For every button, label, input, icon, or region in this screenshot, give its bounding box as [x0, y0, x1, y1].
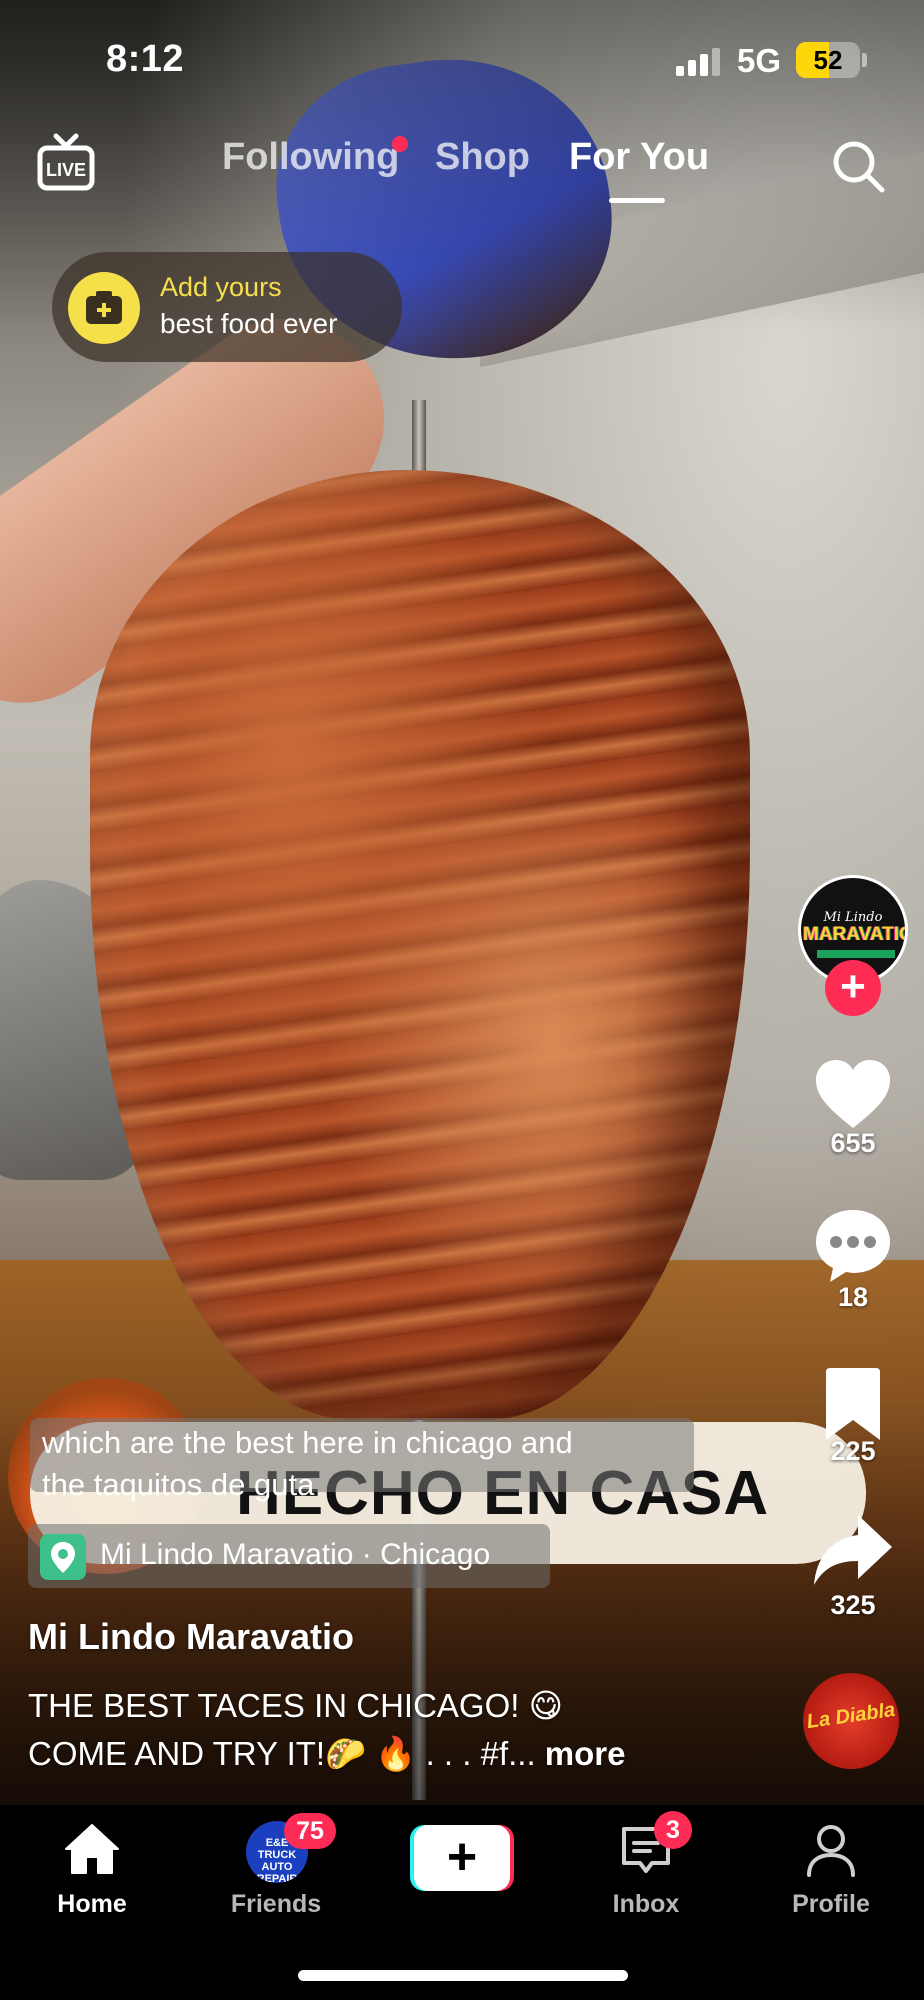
- avatar-brand-text: MARAVATIO: [803, 924, 908, 945]
- description-line: THE BEST TACES IN CHICAGO! 😋: [28, 1687, 563, 1724]
- battery-level: 52: [813, 45, 843, 75]
- friends-badge: 75: [284, 1813, 336, 1849]
- location-label: Mi Lindo Maravatio · Chicago: [100, 1538, 491, 1571]
- following-notification-dot: [392, 136, 408, 152]
- description-line-text: COME AND TRY IT!🌮 🔥 . . . #f...: [28, 1735, 536, 1772]
- save-count: 225: [830, 1436, 876, 1466]
- caption-line: which are the best here in chicago and: [42, 1425, 573, 1460]
- nav-home-label: Home: [57, 1890, 127, 1918]
- share-count: 325: [830, 1590, 876, 1620]
- feed-tabs: Following Shop For You: [0, 136, 924, 206]
- add-yours-sticker[interactable]: Add yours best food ever: [52, 252, 402, 362]
- comment-count: 18: [837, 1282, 869, 1312]
- battery-icon: 52: [796, 42, 860, 78]
- create-button[interactable]: +: [410, 1825, 514, 1891]
- network-type: 5G: [737, 42, 782, 79]
- heart-icon[interactable]: [808, 1050, 898, 1140]
- status-time: 8:12: [106, 38, 185, 80]
- home-indicator: [298, 1970, 628, 1981]
- search-icon[interactable]: [828, 136, 888, 196]
- comment-icon[interactable]: [808, 1200, 898, 1290]
- location-chip[interactable]: Mi Lindo Maravatio · Chicago: [28, 1524, 550, 1588]
- nav-inbox-label: Inbox: [612, 1890, 680, 1918]
- battery-cap: [862, 53, 867, 67]
- caption-line: the taquitos de guta: [42, 1467, 315, 1502]
- like-count: 655: [830, 1128, 876, 1158]
- tab-shop[interactable]: Shop: [435, 136, 530, 179]
- sound-disc[interactable]: La Diabla: [803, 1673, 899, 1769]
- plus-icon: +: [414, 1825, 510, 1891]
- active-tab-indicator: [609, 198, 665, 203]
- tab-following[interactable]: Following: [222, 136, 399, 179]
- nav-profile-label: Profile: [792, 1890, 870, 1918]
- avatar-script-text: Mi Lindo: [823, 910, 883, 925]
- add-yours-title: Add yours: [160, 272, 282, 302]
- cellular-signal-icon: [676, 46, 720, 76]
- location-pin-icon: [40, 1534, 86, 1580]
- sound-disc-label: La Diabla: [805, 1698, 897, 1734]
- description-line: COME AND TRY IT!🌮 🔥 . . . #f... more: [28, 1730, 788, 1778]
- share-arrow-icon[interactable]: [808, 1505, 898, 1595]
- nav-friends-label: Friends: [230, 1890, 322, 1918]
- tab-for-you[interactable]: For You: [569, 136, 709, 179]
- author-name[interactable]: Mi Lindo Maravatio: [28, 1616, 354, 1658]
- video-caption-sticker: which are the best here in chicago and t…: [30, 1418, 694, 1502]
- avatar-strip: [817, 950, 895, 958]
- profile-icon: [801, 1819, 861, 1879]
- inbox-badge: 3: [654, 1811, 692, 1849]
- status-bar: 8:12 5G 52: [0, 0, 924, 120]
- al-pastor-trompo: [90, 470, 750, 1420]
- follow-button[interactable]: +: [825, 960, 881, 1016]
- add-yours-prompt: best food ever: [160, 308, 338, 339]
- more-link[interactable]: more: [545, 1735, 626, 1772]
- post-description[interactable]: THE BEST TACES IN CHICAGO! 😋 COME AND TR…: [28, 1682, 788, 1778]
- home-icon: [62, 1819, 122, 1879]
- camera-plus-icon: [68, 272, 140, 344]
